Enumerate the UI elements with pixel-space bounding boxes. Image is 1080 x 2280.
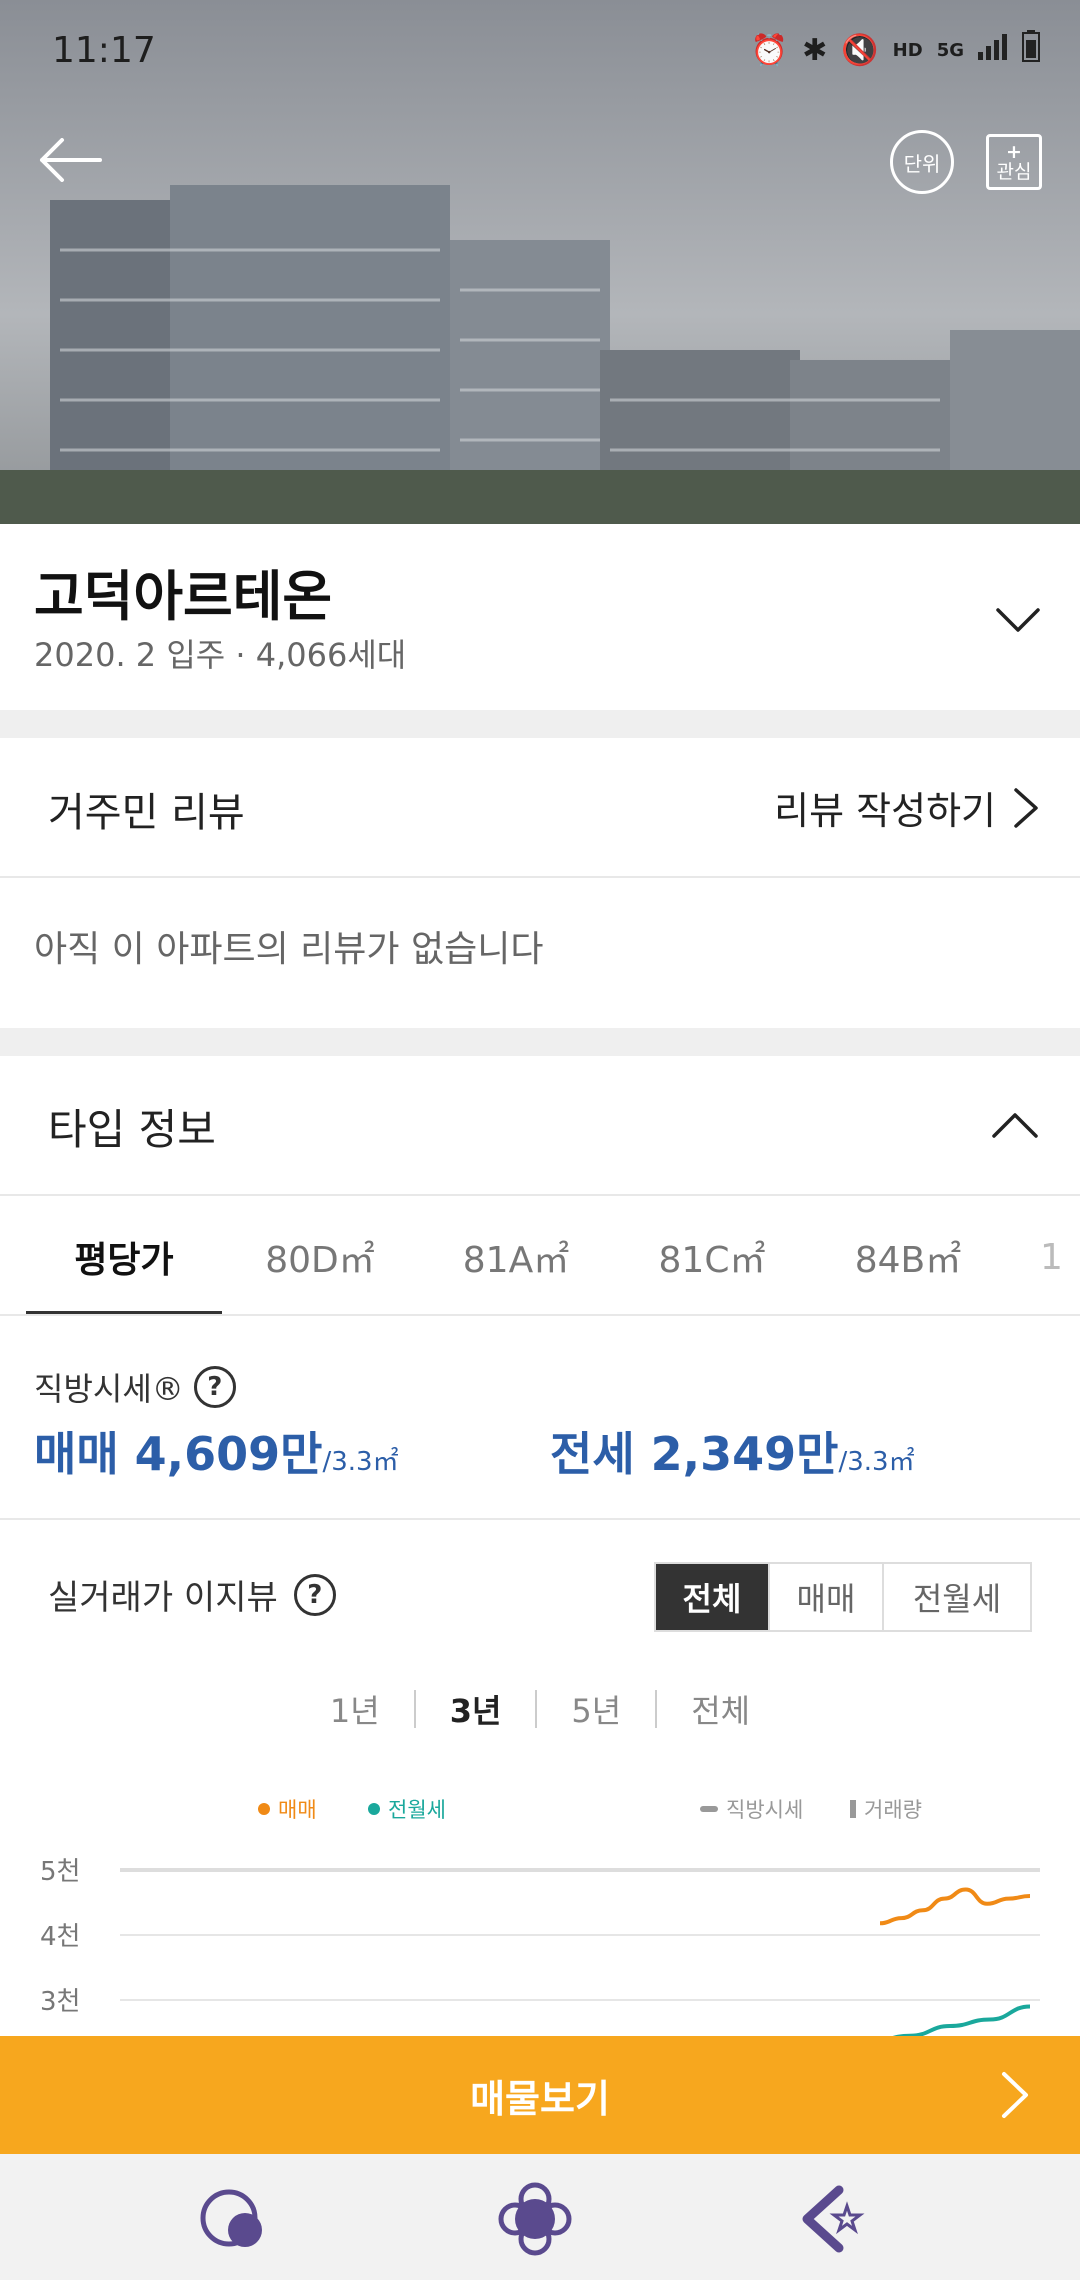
view-listings-button[interactable]: 매물보기	[0, 2036, 1080, 2154]
recent-apps-icon	[200, 2189, 262, 2247]
apartment-name: 고덕아르테온	[34, 565, 333, 628]
period-5y[interactable]: 5년	[537, 1686, 655, 1732]
unit-toggle-button[interactable]: 단위	[890, 130, 954, 194]
legend-sale-label: 매매	[278, 1798, 317, 1822]
period-selector: 1년 3년 5년 전체	[0, 1686, 1080, 1732]
hd-voice-icon: HD	[892, 39, 923, 61]
sale-price: 매매 4,609만/3.3㎡	[34, 1418, 399, 1484]
back-star-icon	[802, 2185, 865, 2253]
filter-rent[interactable]: 전월세	[882, 1564, 1030, 1630]
type-info-title: 타입 정보	[48, 1105, 216, 1154]
back-button[interactable]	[30, 130, 110, 190]
battery-icon	[1022, 30, 1040, 70]
apartment-photo: 11:17 ⏰ ✱ 🔇 HD 5G 단위 + 관심	[0, 0, 1080, 524]
chevron-down-icon	[996, 608, 1040, 632]
y-tick-label: 5천	[40, 1857, 80, 1887]
divider	[0, 1518, 1080, 1520]
jeonse-price: 전세 2,349만/3.3㎡	[550, 1418, 915, 1484]
real-transaction-label: 실거래가 이지뷰 ?	[48, 1570, 336, 1619]
series-line-sale	[879, 1887, 1031, 1926]
zigbang-price-title: 직방시세®	[34, 1370, 184, 1408]
legend-rent-dot	[368, 1803, 380, 1815]
nav-back-button[interactable]	[790, 2174, 880, 2264]
review-empty-text: 아직 이 아파트의 리뷰가 없습니다	[34, 929, 544, 970]
plus-icon: +	[1006, 141, 1022, 163]
type-tabs: 평당가 80D㎡ 81A㎡ 81C㎡ 84B㎡ 1	[0, 1198, 1080, 1316]
5g-icon: 5G	[936, 39, 964, 61]
section-gap	[0, 1028, 1080, 1056]
legend-rent-label: 전월세	[388, 1798, 446, 1822]
mute-icon: 🔇	[841, 32, 879, 68]
write-review-button[interactable]: 리뷰 작성하기	[774, 780, 1040, 835]
legend-rent: 전월세	[368, 1794, 446, 1824]
collapse-button[interactable]	[990, 1100, 1040, 1150]
apartment-meta: 2020. 2 입주 · 4,066세대	[34, 636, 407, 674]
chevron-right-icon	[1014, 787, 1038, 828]
y-tick-label: 3천	[40, 1987, 80, 2017]
nav-recent-button[interactable]	[190, 2174, 280, 2264]
transaction-filter: 전체 매매 전월세	[654, 1562, 1032, 1632]
jeonse-price-unit: /3.3㎡	[838, 1447, 915, 1477]
legend-volume: 거래량	[850, 1794, 922, 1824]
status-time: 11:17	[52, 30, 156, 71]
legend-volume-label: 거래량	[864, 1798, 922, 1822]
help-icon[interactable]: ?	[193, 1366, 236, 1408]
tab-81a[interactable]: 81A㎡	[418, 1198, 614, 1314]
jeonse-price-value: 전세 2,349만	[550, 1427, 839, 1481]
sale-price-unit: /3.3㎡	[322, 1447, 399, 1477]
expand-button[interactable]	[994, 596, 1042, 644]
unit-label: 단위	[903, 151, 941, 176]
apartment-header: 고덕아르테온 2020. 2 입주 · 4,066세대	[0, 524, 1080, 710]
legend-sale: 매매	[258, 1794, 317, 1824]
nav-home-button[interactable]	[490, 2174, 580, 2264]
favorite-label: 관심	[996, 161, 1032, 183]
filter-sale[interactable]: 매매	[768, 1564, 882, 1630]
review-header: 거주민 리뷰 리뷰 작성하기	[0, 738, 1080, 878]
type-info-header: 타입 정보	[0, 1056, 1080, 1196]
view-listings-label: 매물보기	[470, 2076, 610, 2121]
favorite-button[interactable]: + 관심	[986, 134, 1042, 190]
tab-price-per-pyeong[interactable]: 평당가	[26, 1198, 222, 1314]
status-icons: ⏰ ✱ 🔇 HD 5G	[751, 30, 1040, 70]
period-1y[interactable]: 1년	[296, 1686, 414, 1732]
legend-volume-mark	[850, 1800, 856, 1818]
sale-price-value: 매매 4,609만	[34, 1427, 323, 1481]
back-arrow-icon	[40, 138, 102, 182]
chevron-up-icon	[992, 1113, 1038, 1138]
period-all[interactable]: 전체	[657, 1686, 784, 1732]
chevron-right-icon	[1002, 2072, 1028, 2118]
y-tick-label: 4천	[40, 1922, 80, 1952]
signal-icon	[978, 32, 1008, 68]
review-title: 거주민 리뷰	[48, 790, 245, 836]
tab-next[interactable]: 1	[1040, 1198, 1080, 1314]
tab-84b[interactable]: 84B㎡	[810, 1198, 1006, 1314]
legend-zigbang-mark	[700, 1806, 718, 1812]
bottom-nav	[0, 2154, 1080, 2280]
write-review-label: 리뷰 작성하기	[774, 789, 996, 833]
tab-80d[interactable]: 80D㎡	[222, 1198, 418, 1314]
home-flower-icon	[498, 2182, 572, 2256]
status-bar: 11:17 ⏰ ✱ 🔇 HD 5G	[0, 0, 1080, 100]
legend-zigbang: 직방시세	[700, 1794, 803, 1824]
help-icon[interactable]: ?	[293, 1573, 336, 1616]
section-gap	[0, 710, 1080, 738]
legend-zigbang-label: 직방시세	[726, 1798, 804, 1822]
real-transaction-title: 실거래가 이지뷰	[48, 1578, 278, 1618]
period-3y[interactable]: 3년	[416, 1686, 536, 1732]
bluetooth-icon: ✱	[802, 32, 828, 68]
zigbang-price-label: 직방시세® ?	[34, 1364, 236, 1410]
filter-all[interactable]: 전체	[656, 1564, 768, 1630]
tab-81c[interactable]: 81C㎡	[614, 1198, 810, 1314]
legend-sale-dot	[258, 1803, 270, 1815]
alarm-icon: ⏰	[750, 32, 789, 68]
